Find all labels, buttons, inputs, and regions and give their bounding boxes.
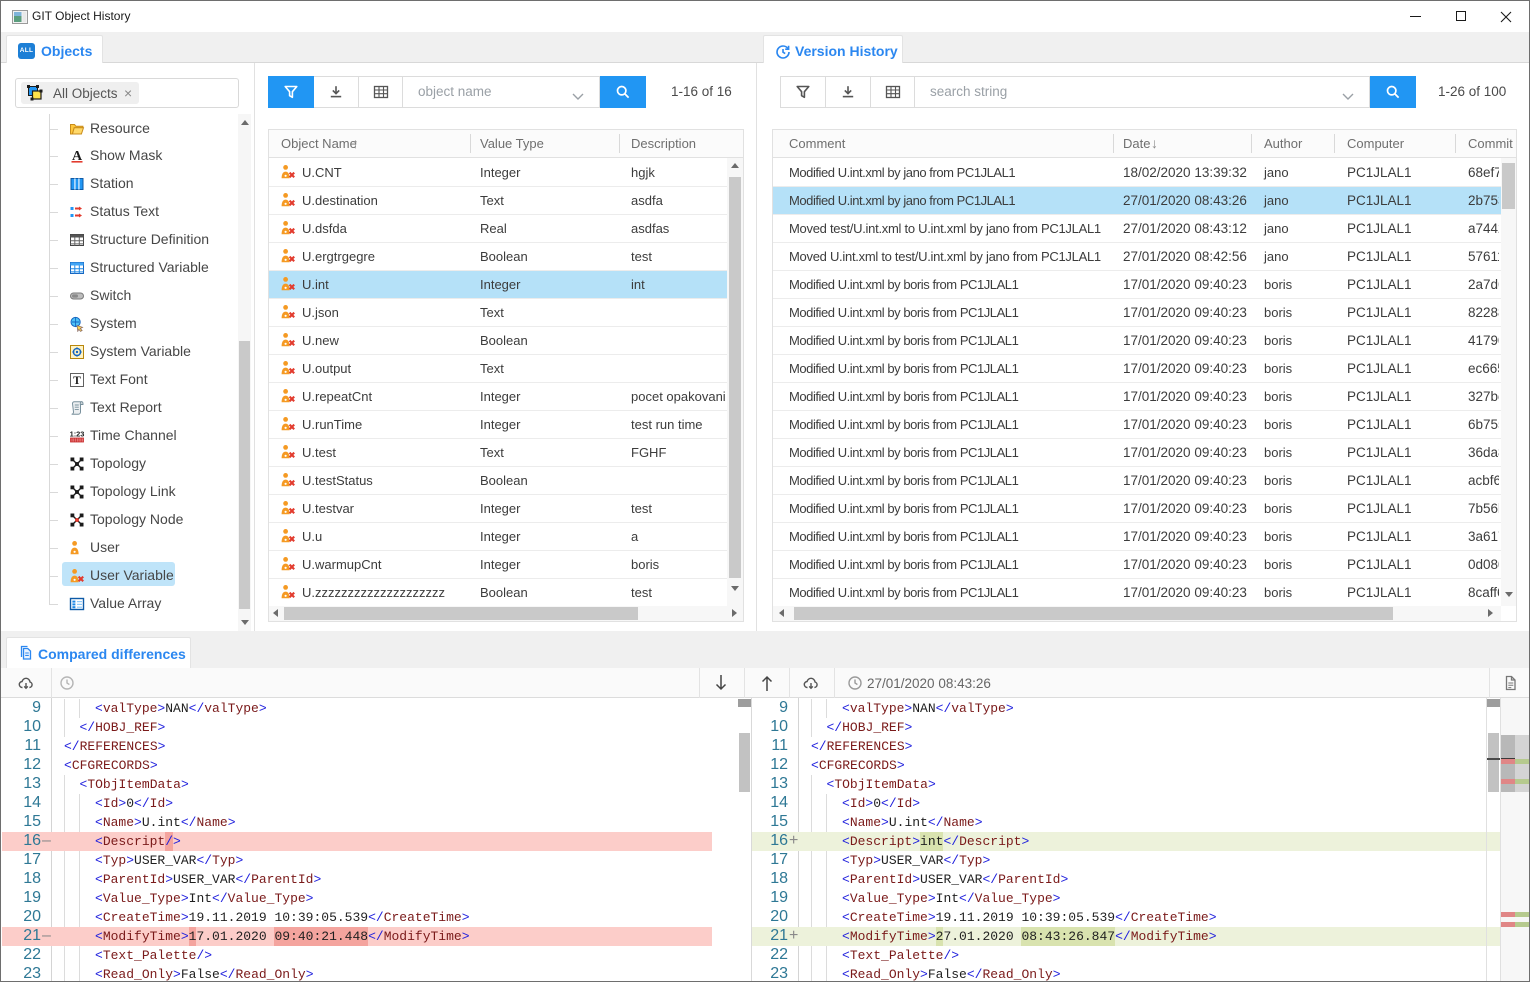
svg-text:1:23: 1:23 xyxy=(70,429,85,438)
svg-text:T: T xyxy=(73,375,81,387)
